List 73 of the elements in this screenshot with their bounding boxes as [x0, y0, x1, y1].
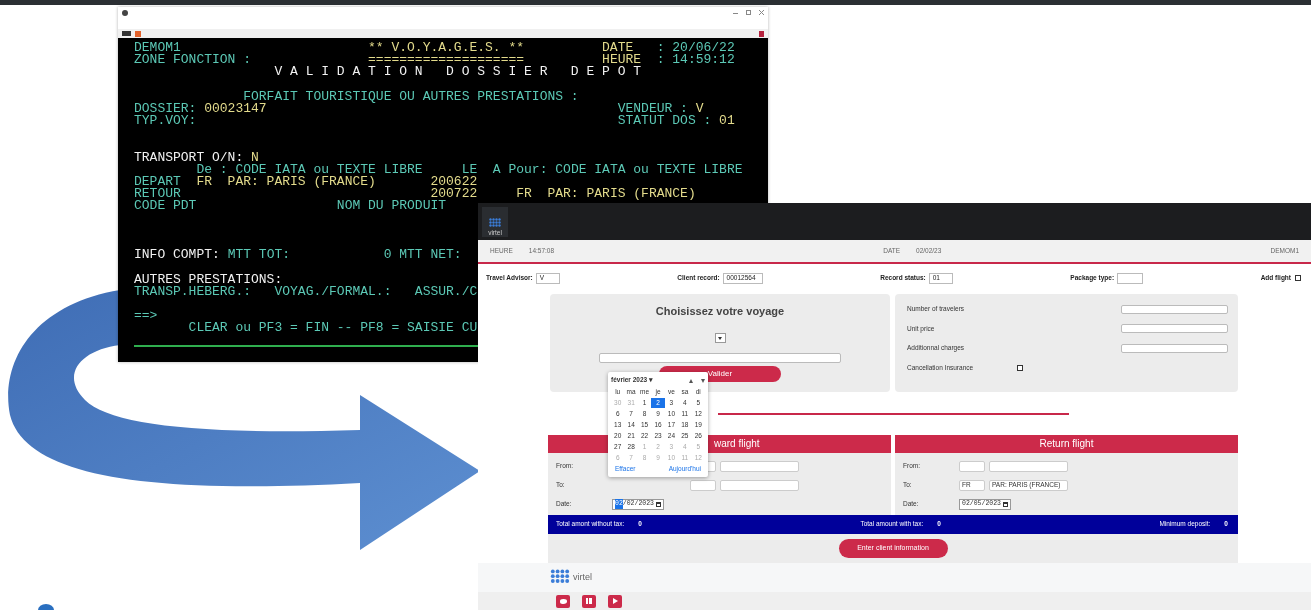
terminal-text: DATE — [602, 42, 634, 55]
terminal-text: TYP.VOY: — [134, 115, 197, 128]
app-icon — [122, 10, 128, 16]
terminal-text: FR — [196, 176, 212, 189]
terminal-text: ==================== — [368, 54, 525, 67]
input-field[interactable] — [720, 479, 799, 491]
terminal-text: V — [695, 102, 704, 116]
number-field[interactable] — [1121, 324, 1228, 334]
terminal-text: CLEAR ou PF3 = FIN -- PF8 = SAISIE CU — [188, 322, 478, 335]
toolbar-icon[interactable] — [135, 30, 141, 37]
panel-title: Choisissez votre voyage — [655, 303, 785, 319]
terminal-text: FORFAIT TOURISTIQUE OU AUTRES PRESTATIONS : — [243, 90, 579, 103]
number-field[interactable] — [1121, 304, 1228, 314]
minimize-icon[interactable] — [733, 13, 738, 14]
close-icon[interactable] — [759, 10, 764, 15]
input-field[interactable] — [690, 479, 716, 491]
terminal-text: TRANSP.HEBERG.: — [134, 285, 252, 298]
number-field[interactable] — [1121, 343, 1228, 353]
terminal-text: Pour: CODE IATA ou TEXTE LIBRE — [508, 163, 743, 177]
input-field[interactable] — [720, 460, 799, 472]
terminal-text: N — [251, 151, 259, 164]
section-header: Return flight — [895, 434, 1238, 453]
logo-text: virtel — [573, 570, 592, 584]
terminal-text: 200722 — [430, 188, 478, 201]
terminal-text: : 20/06/22 — [656, 42, 735, 55]
terminal-text: RETOUR — [134, 188, 181, 201]
terminal-text: ASSUR./C — [414, 285, 478, 298]
checkbox[interactable] — [1017, 364, 1023, 371]
input-field[interactable] — [989, 460, 1068, 472]
terminal-text: ==> — [134, 310, 158, 323]
terminal-text: DEMOM1 — [134, 42, 181, 55]
arrow-down-icon[interactable] — [701, 378, 705, 383]
terminal-text: ZONE FONCTION : — [134, 54, 252, 67]
terminal-text: AUTRES PRESTATIONS: — [134, 273, 283, 286]
checkbox[interactable] — [1295, 275, 1301, 282]
caret-icon — [718, 336, 722, 340]
brand-icon — [759, 30, 764, 37]
dots-logo-icon — [489, 217, 501, 228]
terminal-text: VOYAG./FORMAL.: — [274, 285, 392, 298]
terminal-text: : 14:59:12 — [656, 54, 735, 67]
terminal-text: STATUT DOS : — [617, 115, 712, 128]
terminal-text: NOM DU PRODUIT — [336, 200, 447, 213]
terminal-text: V A L I D A T I O N D O S S I E R D E P O T — [274, 66, 642, 79]
calendar-icon — [656, 501, 662, 507]
terminal-text: 01 — [719, 115, 735, 128]
terminal-text: HEURE — [602, 54, 642, 67]
terminal-text: FR — [516, 188, 532, 201]
partial-logo-icon — [38, 604, 54, 610]
terminal-text: LE — [461, 163, 478, 177]
input-field[interactable] — [599, 353, 841, 364]
dots-logo-icon — [550, 569, 570, 586]
terminal-text: DOSSIER: — [134, 102, 197, 116]
terminal-text: INFO COMPT: — [134, 249, 220, 262]
terminal-text: De : CODE IATA ou TEXTE LIBRE — [196, 163, 423, 177]
terminal-text: A — [492, 163, 501, 177]
terminal-text: PAR: PARIS (FRANCE) — [227, 176, 376, 189]
terminal-text: 0 MTT NET: — [383, 249, 462, 262]
terminal-text: 00023147 — [204, 102, 267, 116]
dropdown[interactable] — [714, 333, 726, 344]
input-field[interactable] — [1117, 272, 1144, 284]
terminal-text: DEPART — [134, 176, 181, 189]
terminal-text: 200622 — [430, 176, 478, 189]
terminal-text: CODE PDT — [134, 200, 197, 213]
play-icon[interactable] — [608, 594, 622, 608]
arrow-up-icon[interactable] — [689, 378, 693, 383]
input-field[interactable] — [959, 460, 985, 472]
terminal-text: VENDEUR : — [617, 102, 688, 116]
terminal-text: ** V.O.Y.A.G.E.S. ** — [368, 42, 525, 55]
terminal-text: TRANSPORT O/N: — [134, 151, 244, 164]
maximize-icon[interactable] — [746, 10, 751, 15]
calendar-icon — [1003, 501, 1009, 507]
terminal-text: MTT TOT: — [227, 249, 291, 262]
terminal-text: PAR: PARIS (FRANCE) — [547, 188, 696, 201]
